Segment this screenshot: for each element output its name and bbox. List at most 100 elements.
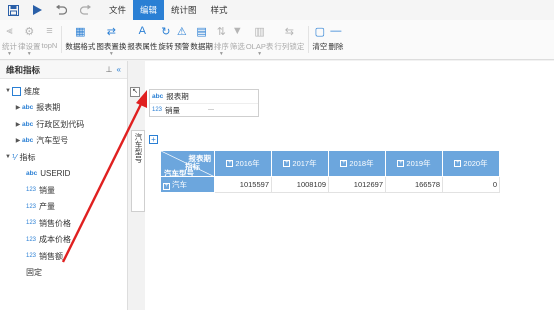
menu-tab[interactable]: 文件 [102,0,133,20]
expand-icon[interactable]: + [454,160,462,167]
measure-field[interactable]: 123 销量 — [150,103,258,116]
caret-down-icon[interactable]: ▼ [219,52,224,57]
column-header-label: 2016年 [235,159,260,168]
toolbar-button[interactable]: ▢ 清空 [312,20,327,59]
measure-item[interactable]: abc USERID [0,166,127,183]
settings-icon: ⚙ [24,25,35,38]
expand-icon[interactable]: + [340,160,348,167]
expand-right-icon[interactable]: ▶ [14,104,22,111]
calendar-icon: ▤ [196,25,207,38]
toolbar-button[interactable]: ↻ 旋转 [158,20,173,59]
save-icon[interactable] [6,3,20,17]
pin-icon[interactable]: ⊥ [106,65,113,74]
menu-bar: 文件 编辑 统计图 样式 [0,0,554,20]
row-drop-area[interactable]: 汽车型号 [131,130,145,212]
column-header[interactable]: +2017年 [271,150,329,177]
column-header[interactable]: +2020年 [442,150,500,177]
dimension-icon [12,86,21,96]
dimension-item[interactable]: ▶ abc 报表期 [0,100,127,117]
toolbar-button-label: 筛选 [229,42,245,51]
string-type-icon: abc [22,137,34,145]
rotate-icon: ↻ [161,25,171,38]
toolbar-button-label: topN [41,41,58,50]
chart-swap-icon: ⇄ [106,25,116,38]
expand-right-icon[interactable]: ▶ [14,137,22,144]
toolbar-button[interactable]: ⇅ 排序 ▼ [214,20,229,59]
number-type-icon: 123 [26,236,37,243]
column-header[interactable]: +2019年 [385,150,443,177]
expand-icon[interactable]: + [226,160,234,167]
dimension-item-label: 行政区划代码 [36,119,85,129]
measure-item[interactable]: 123 销售价格 [0,215,127,232]
caret-down-icon[interactable]: ▼ [7,52,12,57]
toolbar-button[interactable]: — 删除 [328,20,343,59]
toolbar-button-label: 数据格式 [65,42,96,51]
expand-icon[interactable]: + [397,160,405,167]
table-cell[interactable]: 1008109 [271,176,329,193]
caret-down-icon[interactable]: ▼ [109,52,114,57]
dropdown-icon[interactable]: — [208,107,214,113]
dimension-group[interactable]: ▼ 维度 [0,83,127,100]
caret-down-icon[interactable]: ▼ [27,52,32,57]
row-header[interactable]: + 汽车 [160,176,215,193]
clear-icon: ▢ [314,25,326,38]
measure-item[interactable]: 123 销售额 [0,248,127,265]
dimension-item[interactable]: ▶ abc 行政区划代码 [0,116,127,133]
menu-tab[interactable]: 统计图 [164,0,204,20]
column-field[interactable]: abc 报表期 [150,90,258,103]
menu-tab[interactable]: 编辑 [133,0,165,20]
corner-toggle-icon[interactable]: ↖ [130,87,140,97]
measure-group[interactable]: ▼ ⅟ 指标 [0,149,127,166]
column-header[interactable]: +2016年 [214,150,272,177]
fixed-item[interactable]: 固定 [0,265,127,282]
measure-item[interactable]: 123 成本价格 [0,232,127,249]
toolbar-button[interactable]: ▼ 筛选 [230,20,245,59]
collapse-icon[interactable]: « [117,65,121,74]
toolbar-button[interactable]: ≡ topN [42,20,58,59]
column-drop-area[interactable]: abc 报表期 123 销量 — [149,89,259,117]
field-panel-title: 维和指标 [6,64,41,75]
expand-all-icon[interactable]: + [149,135,158,144]
dimension-item[interactable]: ▶ abc 汽车型号 [0,133,127,150]
field-panel: 维和指标 ⊥ « ▼ 维度 ▶ abc 报表期 ▶ abc 行政区划代码 ▶ abc 汽车型号 … [0,61,128,310]
column-header[interactable]: +2018年 [328,150,386,177]
play-icon[interactable] [30,3,44,17]
expand-down-icon[interactable]: ▼ [4,88,12,94]
undo-icon[interactable] [54,3,68,17]
expand-down-icon[interactable]: ▼ [4,154,12,160]
toolbar-button[interactable]: ⇆ 行列锁定 [274,20,304,59]
menu-tab[interactable]: 样式 [204,0,235,20]
number-type-icon: 123 [26,187,37,194]
measure-group-label: 指标 [19,152,36,162]
table-cell[interactable]: 1015597 [214,176,272,193]
sort-icon: ⇅ [216,25,226,38]
table-cell[interactable]: 0 [442,176,500,193]
toolbar-button[interactable]: ▦ 数据格式 [65,20,95,59]
redo-icon[interactable] [78,3,92,17]
toolbar-button[interactable]: ⇄ 图表置换 ▼ [96,20,126,59]
expand-icon[interactable]: + [163,183,170,190]
toolbar-button-label: 报表属性 [127,42,158,51]
measure-item[interactable]: 123 产量 [0,199,127,216]
measure-item[interactable]: 123 销量 [0,182,127,199]
warning-icon: ⚠ [176,25,187,38]
toolbar-button[interactable]: ⫷ 统计 ▼ [2,20,17,59]
caret-down-icon[interactable]: ▼ [257,52,262,57]
measure-item-label: 销售额 [39,251,64,261]
format-icon: ▦ [75,25,86,38]
toolbar-button[interactable]: A 报表属性 [127,20,157,59]
table-cell[interactable]: 1012697 [328,176,386,193]
toolbar-button[interactable]: ▥ OLAP表 ▼ [246,20,274,59]
toolbar-button-label: 旋转 [158,42,174,51]
toolbar-separator [61,26,63,53]
toolbar-button[interactable]: ⚠ 预警 [174,20,189,59]
report-props-icon: A [138,25,147,37]
toolbar-button[interactable]: ⚙ 律设置 ▼ [18,20,41,59]
ribbon-toolbar: ⫷ 统计 ▼ ⚙ 律设置 ▼ ≡ topN ▦ 数据格式 ⇄ 图表置换 ▼ A 报表属性 ↻ 旋转 ⚠ 预警 ▤ 数据期… [0,20,554,60]
measure-field-label: 销量 [165,105,181,115]
topn-icon: ≡ [46,25,53,37]
expand-icon[interactable]: + [283,160,291,167]
toolbar-button[interactable]: ▤ 数据期 [190,20,213,59]
table-cell[interactable]: 166578 [385,176,443,193]
expand-right-icon[interactable]: ▶ [14,121,22,128]
